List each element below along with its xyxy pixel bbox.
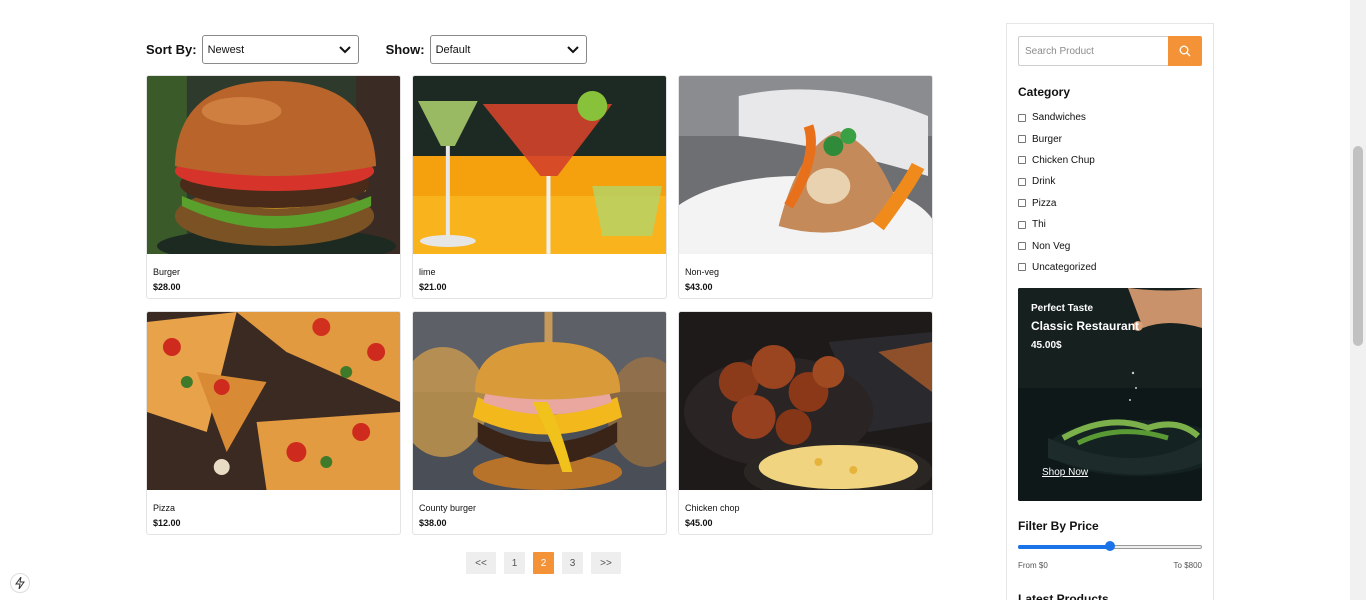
pagination: << 1 2 3 >>	[466, 552, 621, 574]
pagination-prev[interactable]: <<	[466, 552, 496, 574]
product-card[interactable]: Burger $28.00	[146, 75, 401, 299]
product-price: $38.00	[419, 518, 447, 528]
category-checkbox[interactable]	[1018, 242, 1026, 251]
price-from: From $0	[1018, 561, 1048, 570]
category-label: Burger	[1032, 133, 1063, 145]
floating-action-button[interactable]	[10, 573, 30, 593]
product-name[interactable]: Chicken chop	[685, 503, 932, 513]
price-range: From $0 To $800	[1018, 561, 1202, 570]
search-icon	[1179, 45, 1191, 57]
category-checkbox[interactable]	[1018, 177, 1026, 186]
shop-page: Sort By: Newest Show: Default Burger $28…	[0, 0, 1366, 600]
show-label: Show:	[385, 42, 425, 57]
product-name[interactable]: County burger	[419, 503, 666, 513]
category-item[interactable]: Thi	[1018, 214, 1096, 235]
pagination-page-1[interactable]: 1	[504, 552, 525, 574]
lightning-icon	[15, 577, 25, 589]
shop-sidebar: Search Product Category Sandwiches Burge…	[1006, 23, 1214, 600]
category-label: Non Veg	[1032, 240, 1071, 252]
category-item[interactable]: Non Veg	[1018, 235, 1096, 256]
price-slider[interactable]	[1018, 541, 1202, 553]
sort-label: Sort By:	[146, 42, 197, 57]
promo-price: 45.00$	[1031, 340, 1062, 351]
category-item[interactable]: Burger	[1018, 128, 1096, 149]
category-label: Pizza	[1032, 197, 1057, 209]
category-item[interactable]: Uncategorized	[1018, 257, 1096, 278]
category-checkbox[interactable]	[1018, 263, 1026, 272]
filter-price-title: Filter By Price	[1018, 519, 1099, 533]
product-grid: Burger $28.00 lime $21.00 Non-veg $43.00…	[146, 75, 934, 535]
product-price: $12.00	[153, 518, 181, 528]
pagination-page-3[interactable]: 3	[562, 552, 583, 574]
category-checkbox[interactable]	[1018, 135, 1026, 144]
pagination-page-2[interactable]: 2	[533, 552, 554, 574]
scrollbar-thumb[interactable]	[1353, 146, 1363, 346]
category-label: Sandwiches	[1032, 112, 1086, 124]
product-toolbar: Sort By: Newest Show: Default	[146, 35, 587, 64]
product-name[interactable]: Non-veg	[685, 267, 932, 277]
product-card[interactable]: lime $21.00	[412, 75, 667, 299]
product-name[interactable]: Pizza	[153, 503, 400, 513]
category-label: Uncategorized	[1032, 261, 1097, 273]
category-checkbox[interactable]	[1018, 220, 1026, 229]
category-label: Chicken Chup	[1032, 154, 1095, 166]
fried-chicken-image[interactable]	[679, 312, 932, 490]
search-input[interactable]: Search Product	[1018, 36, 1168, 66]
product-price: $43.00	[685, 282, 713, 292]
plated-dish-image[interactable]	[679, 76, 932, 254]
product-card[interactable]: County burger $38.00	[412, 311, 667, 535]
promo-subtitle: Perfect Taste	[1031, 303, 1094, 314]
promo-banner: Perfect Taste Classic Restaurant 45.00$ …	[1018, 288, 1202, 501]
category-item[interactable]: Drink	[1018, 171, 1096, 192]
product-card[interactable]: Non-veg $43.00	[678, 75, 933, 299]
category-checkbox[interactable]	[1018, 113, 1026, 122]
promo-title: Classic Restaurant	[1031, 319, 1140, 333]
show-select[interactable]: Default	[429, 35, 587, 64]
show-select-value: Default	[435, 43, 471, 56]
latest-products-title: Latest Products	[1018, 592, 1109, 600]
cocktail-image[interactable]	[413, 76, 666, 254]
category-item[interactable]: Chicken Chup	[1018, 150, 1096, 171]
category-label: Thi	[1032, 219, 1046, 231]
chevron-down-icon	[338, 46, 351, 54]
sort-select[interactable]: Newest	[201, 35, 359, 64]
price-slider-thumb[interactable]	[1105, 541, 1115, 551]
category-title: Category	[1018, 85, 1071, 99]
product-card[interactable]: Pizza $12.00	[146, 311, 401, 535]
category-checkbox[interactable]	[1018, 199, 1026, 208]
category-item[interactable]: Pizza	[1018, 193, 1096, 214]
pagination-next[interactable]: >>	[591, 552, 621, 574]
category-list: Sandwiches Burger Chicken Chup Drink Piz…	[1018, 107, 1096, 278]
product-price: $21.00	[419, 282, 447, 292]
cheeseburger-image[interactable]	[413, 312, 666, 490]
price-to: To $800	[1173, 561, 1202, 570]
category-checkbox[interactable]	[1018, 156, 1026, 165]
sort-select-value: Newest	[207, 43, 245, 56]
category-item[interactable]: Sandwiches	[1018, 107, 1096, 128]
product-name[interactable]: lime	[419, 267, 666, 277]
chevron-down-icon	[566, 46, 579, 54]
price-slider-fill	[1018, 545, 1110, 549]
product-name[interactable]: Burger	[153, 267, 400, 277]
search-button[interactable]	[1168, 36, 1202, 66]
product-search: Search Product	[1018, 36, 1202, 66]
page-scrollbar[interactable]	[1350, 0, 1366, 600]
product-price: $28.00	[153, 282, 181, 292]
product-card[interactable]: Chicken chop $45.00	[678, 311, 933, 535]
pizza-image[interactable]	[147, 312, 400, 490]
category-label: Drink	[1032, 176, 1056, 188]
product-price: $45.00	[685, 518, 713, 528]
burger-image[interactable]	[147, 76, 400, 254]
shop-now-link[interactable]: Shop Now	[1042, 467, 1088, 478]
